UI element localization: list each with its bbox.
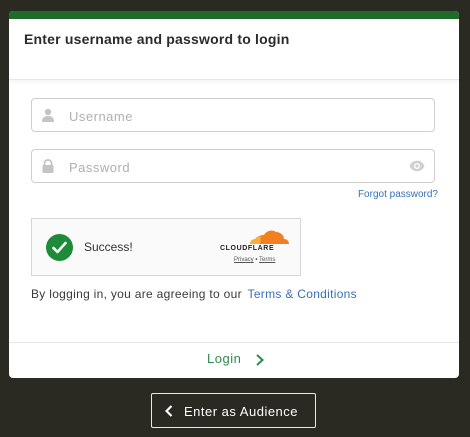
agreement-text: By logging in, you are agreeing to our T… [31, 287, 357, 301]
login-button[interactable]: Login [207, 351, 264, 366]
username-field[interactable] [31, 98, 435, 133]
dialog-accent-bar [9, 11, 459, 19]
captcha-brand: CLOUDFLARE [220, 245, 275, 252]
chevron-left-icon [165, 405, 173, 417]
password-field[interactable] [31, 149, 435, 184]
lock-icon [42, 159, 54, 173]
eye-icon[interactable] [409, 160, 425, 172]
chevron-right-icon [256, 354, 264, 366]
cloudflare-logo-icon [250, 230, 289, 244]
dialog-footer: Login [9, 342, 459, 378]
captcha-separator: • [255, 257, 258, 263]
audience-label: Enter as Audience [184, 404, 299, 419]
dialog-header: Enter username and password to login [9, 19, 459, 80]
captcha-status: Success! [84, 240, 133, 254]
terms-link[interactable]: Terms & Conditions [248, 287, 357, 301]
user-icon [42, 108, 54, 122]
username-input[interactable] [67, 99, 401, 133]
forgot-password-link[interactable]: Forgot password? [358, 189, 438, 200]
captcha-privacy-link[interactable]: Privacy [234, 257, 254, 263]
password-input[interactable] [67, 150, 401, 184]
enter-as-audience-button[interactable]: Enter as Audience [151, 393, 316, 428]
agreement-label: By logging in, you are agreeing to our [31, 287, 242, 301]
captcha-links: Privacy • Terms [234, 257, 275, 263]
login-dialog: Enter username and password to login For… [9, 11, 459, 378]
captcha-widget[interactable]: Success! CLOUDFLARE Privacy • Terms [31, 218, 301, 276]
checkmark-icon [52, 241, 67, 254]
login-label: Login [207, 351, 242, 366]
dialog-title: Enter username and password to login [24, 31, 290, 47]
captcha-terms-link[interactable]: Terms [259, 257, 275, 263]
success-check-icon [46, 234, 73, 261]
